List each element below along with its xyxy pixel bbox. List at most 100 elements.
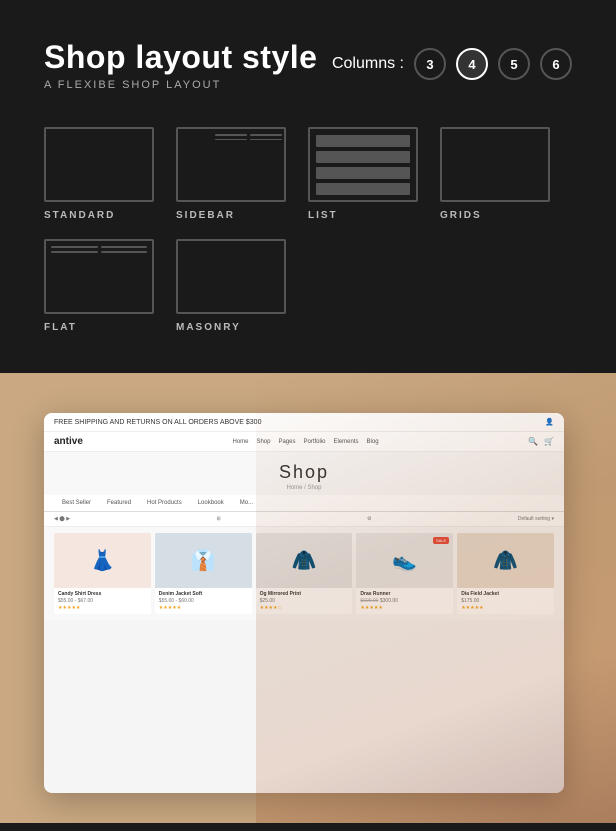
title-area: Shop layout style A FLEXIBE SHOP LAYOUT (44, 40, 317, 91)
tab-more[interactable]: Mo... (232, 495, 261, 511)
product-4-name: Dras Runner (360, 591, 449, 597)
nav-link-home[interactable]: Home (232, 439, 248, 445)
search-icon[interactable]: 🔍 (528, 437, 538, 446)
layout-sidebar-label: SIDEBAR (176, 210, 235, 221)
product-1[interactable]: 👗 Candy Shirt Dress $55.00 - $67.00 ★★★★… (54, 533, 151, 614)
product-2-image: 👔 (155, 533, 252, 588)
product-5-price: $175.00 (461, 598, 550, 604)
thumb-row (316, 167, 410, 179)
layout-masonry-label: MASONRY (176, 322, 241, 333)
product-5-name: Dia Field Jacket (461, 591, 550, 597)
product-5-image: 🧥 (457, 533, 554, 588)
toolbar-filter[interactable]: ⚙ (367, 516, 371, 522)
shop-mockup: FREE SHIPPING AND RETURNS ON ALL ORDERS … (44, 413, 564, 793)
nav-link-blog[interactable]: Blog (367, 439, 379, 445)
mockup-toolbar: ◀ ⬤ ▶ ⊞ ⚙ Default sorting ▾ (44, 512, 564, 527)
nav-link-portfolio[interactable]: Portfolio (303, 439, 325, 445)
product-5-info: Dia Field Jacket $175.00 ★★★★★ (457, 588, 554, 614)
product-3[interactable]: 🧥 Og Mirrored Print $25.00 ★★★★☆ (256, 533, 353, 614)
layout-grids[interactable]: GRIDS (440, 127, 550, 221)
thumb-cell (51, 246, 98, 248)
thumb-row (316, 151, 410, 163)
product-2-name: Denim Jacket Soft (159, 591, 248, 597)
thumb-cell (250, 139, 282, 141)
topbar-icon: 👤 (545, 418, 554, 426)
page-title: Shop layout style (44, 40, 317, 75)
product-5-stars: ★★★★★ (461, 605, 550, 611)
product-4-stars: ★★★★★ (360, 605, 449, 611)
thumb-cell (250, 134, 282, 136)
columns-selector: Columns : 3 4 5 6 (332, 48, 572, 80)
product-5[interactable]: 🧥 Dia Field Jacket $175.00 ★★★★★ (457, 533, 554, 614)
column-4-button[interactable]: 4 (456, 48, 488, 80)
nav-link-pages[interactable]: Pages (278, 439, 295, 445)
column-6-button[interactable]: 6 (540, 48, 572, 80)
mockup-nav-icons: 🔍 🛒 (528, 437, 554, 446)
product-3-price: $25.00 (260, 598, 349, 604)
layout-flat-label: FLAT (44, 322, 77, 333)
tab-lookbook[interactable]: Lookbook (190, 495, 232, 511)
header-row: Shop layout style A FLEXIBE SHOP LAYOUT … (44, 40, 572, 91)
product-3-name: Og Mirrored Print (260, 591, 349, 597)
layout-sidebar-thumb (176, 127, 286, 202)
product-4[interactable]: SALE 👟 Dras Runner $600.00 $300.00 ★★★★★ (356, 533, 453, 614)
layouts-grid: STANDARD SI (44, 127, 572, 333)
shop-page-title: Shop (44, 462, 564, 483)
layout-grids-label: GRIDS (440, 210, 482, 221)
toolbar-sort[interactable]: Default sorting ▾ (518, 516, 554, 522)
thumb-cell (215, 134, 247, 136)
topbar-text: FREE SHIPPING AND RETURNS ON ALL ORDERS … (54, 419, 261, 426)
mockup-tabs: Best Seller Featured Hot Products Lookbo… (44, 495, 564, 512)
toolbar-grid-toggle[interactable]: ⊞ (216, 516, 220, 522)
layout-flat-thumb (44, 239, 154, 314)
tab-featured[interactable]: Featured (99, 495, 139, 511)
layout-masonry[interactable]: MASONRY (176, 239, 286, 333)
thumb-cell (51, 251, 98, 253)
product-4-price: $600.00 $300.00 (360, 598, 449, 604)
thumb-row (316, 135, 410, 147)
column-5-button[interactable]: 5 (498, 48, 530, 80)
product-2-info: Denim Jacket Soft $55.00 - $60.00 ★★★★★ (155, 588, 252, 614)
product-4-info: Dras Runner $600.00 $300.00 ★★★★★ (356, 588, 453, 614)
layout-list-thumb (308, 127, 418, 202)
columns-label: Columns : (332, 55, 404, 73)
product-1-image: 👗 (54, 533, 151, 588)
bottom-section: FREE SHIPPING AND RETURNS ON ALL ORDERS … (0, 373, 616, 823)
page-subtitle: A FLEXIBE SHOP LAYOUT (44, 79, 317, 91)
column-3-button[interactable]: 3 (414, 48, 446, 80)
product-3-stars: ★★★★☆ (260, 605, 349, 611)
layout-grids-thumb (440, 127, 550, 202)
mockup-topbar: FREE SHIPPING AND RETURNS ON ALL ORDERS … (44, 413, 564, 432)
layout-flat[interactable]: FLAT (44, 239, 154, 333)
product-2-price: $55.00 - $60.00 (159, 598, 248, 604)
thumb-cell (215, 139, 247, 141)
product-1-stars: ★★★★★ (58, 605, 147, 611)
mockup-nav: antive Home Shop Pages Portfolio Element… (44, 432, 564, 452)
mockup-hero: Shop Home / Shop (44, 452, 564, 495)
layout-standard-thumb (44, 127, 154, 202)
thumb-row (316, 183, 410, 195)
product-1-name: Candy Shirt Dress (58, 591, 147, 597)
layout-standard-label: STANDARD (44, 210, 115, 221)
product-2-stars: ★★★★★ (159, 605, 248, 611)
cart-icon[interactable]: 🛒 (544, 437, 554, 446)
product-2[interactable]: 👔 Denim Jacket Soft $55.00 - $60.00 ★★★★… (155, 533, 252, 614)
toolbar-pagination: ◀ ⬤ ▶ (54, 516, 70, 522)
mockup-products: 👗 Candy Shirt Dress $55.00 - $67.00 ★★★★… (44, 527, 564, 620)
mockup-nav-links: Home Shop Pages Portfolio Elements Blog (232, 439, 378, 445)
nav-link-shop[interactable]: Shop (256, 439, 270, 445)
product-3-info: Og Mirrored Print $25.00 ★★★★☆ (256, 588, 353, 614)
layout-masonry-thumb (176, 239, 286, 314)
tab-best-seller[interactable]: Best Seller (54, 495, 99, 511)
sale-badge: SALE (433, 537, 449, 544)
nav-link-elements[interactable]: Elements (334, 439, 359, 445)
layout-sidebar[interactable]: SIDEBAR (176, 127, 286, 221)
layout-standard[interactable]: STANDARD (44, 127, 154, 221)
tab-hot-products[interactable]: Hot Products (139, 495, 190, 511)
product-1-info: Candy Shirt Dress $55.00 - $67.00 ★★★★★ (54, 588, 151, 614)
layout-list[interactable]: LIST (308, 127, 418, 221)
layout-list-label: LIST (308, 210, 338, 221)
product-4-new-price: $300.00 (380, 598, 398, 604)
thumb-cell (101, 251, 148, 253)
product-3-image: 🧥 (256, 533, 353, 588)
